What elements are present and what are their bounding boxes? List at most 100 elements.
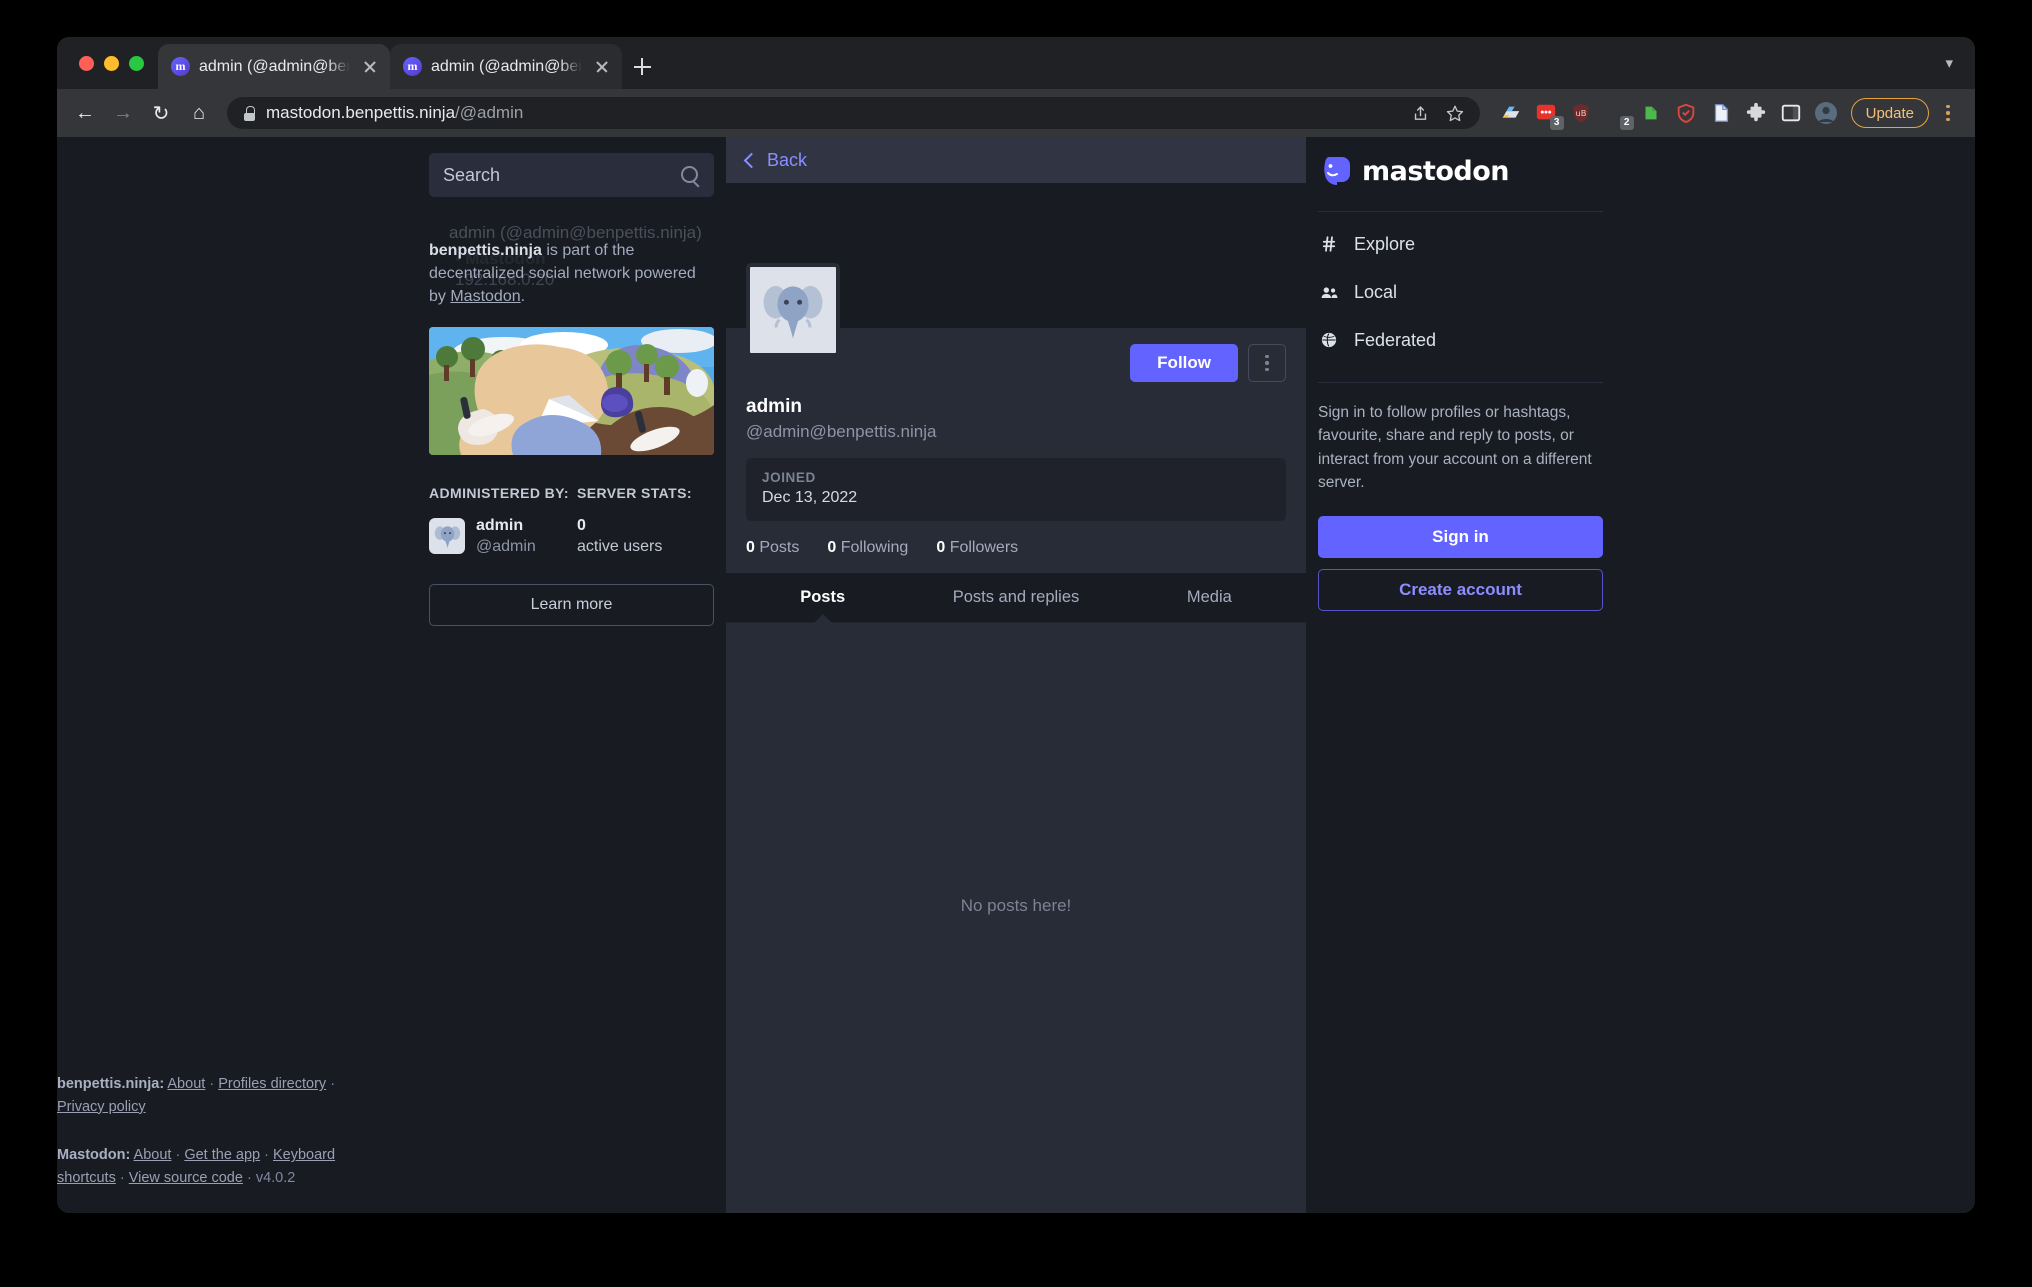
profile-avatar[interactable] bbox=[1813, 100, 1839, 126]
address-bar-url: mastodon.benpettis.ninja/@admin bbox=[266, 103, 524, 122]
update-button[interactable]: Update bbox=[1850, 98, 1929, 128]
tab-strip: m admin (@admin@benpettis.nin m admin (@… bbox=[57, 37, 1975, 89]
browser-window: m admin (@admin@benpettis.nin m admin (@… bbox=[57, 37, 1975, 1213]
tab-posts[interactable]: Posts bbox=[726, 573, 919, 622]
shield-extension-icon[interactable]: uB bbox=[1568, 100, 1594, 126]
hashtag-icon bbox=[1318, 235, 1340, 253]
mastodon-favicon-icon: m bbox=[171, 57, 190, 76]
active-users-stat: 0 active users bbox=[577, 515, 662, 558]
counter-following[interactable]: 0 Following bbox=[827, 539, 908, 557]
tab-list-chevron-down-icon[interactable]: ▾ bbox=[1945, 37, 1975, 89]
tab-media[interactable]: Media bbox=[1113, 573, 1306, 622]
google-drive-extension-icon[interactable] bbox=[1498, 100, 1524, 126]
extension-badge-count: 3 bbox=[1549, 116, 1564, 130]
active-users-label: active users bbox=[577, 538, 663, 556]
page-content: admin (@admin@benpettis.ninja) - Mastodo… bbox=[57, 137, 1975, 1213]
profile-identity: admin @admin@benpettis.ninja bbox=[746, 382, 1286, 442]
footer-version: v4.0.2 bbox=[255, 1169, 296, 1186]
footer-link-get-the-app[interactable]: Get the app bbox=[184, 1147, 260, 1163]
browser-tab-2[interactable]: m admin (@admin@benpettis.nin bbox=[390, 44, 622, 89]
left-sidebar: Search benpettis.ninja is part of the de… bbox=[57, 137, 714, 1213]
mastodon-favicon-icon: m bbox=[403, 57, 422, 76]
mastodon-wordmark: mastodon bbox=[1362, 155, 1509, 187]
password-manager-shield-icon[interactable] bbox=[1673, 100, 1699, 126]
administered-by-label: ADMINISTERED BY: bbox=[429, 484, 569, 501]
admin-display-name: admin bbox=[476, 516, 524, 534]
admin-account[interactable]: admin @admin bbox=[429, 515, 577, 558]
close-tab-icon[interactable] bbox=[359, 56, 381, 78]
forward-navigation-icon[interactable]: → bbox=[105, 95, 141, 131]
mastodon-logo-icon bbox=[1318, 153, 1354, 189]
secondary-badge-icon[interactable]: 2 bbox=[1603, 100, 1634, 130]
create-account-button[interactable]: Create account bbox=[1318, 569, 1603, 611]
counter-posts[interactable]: 0 Posts bbox=[746, 539, 799, 557]
mastodon-logo[interactable]: mastodon bbox=[1318, 137, 1603, 189]
puzzle-extensions-icon[interactable] bbox=[1743, 100, 1769, 126]
search-container: Search bbox=[429, 153, 714, 197]
profile-tabs: Posts Posts and replies Media bbox=[726, 573, 1306, 623]
tab-posts-and-replies[interactable]: Posts and replies bbox=[919, 573, 1112, 622]
bookmark-star-icon[interactable] bbox=[1440, 98, 1470, 128]
blurb-end: . bbox=[520, 288, 526, 306]
browser-tab-1[interactable]: m admin (@admin@benpettis.nin bbox=[158, 44, 390, 89]
joined-label: JOINED bbox=[762, 470, 816, 485]
reader-document-icon[interactable] bbox=[1708, 100, 1734, 126]
more-options-icon[interactable] bbox=[1248, 344, 1286, 382]
profile-avatar[interactable] bbox=[746, 263, 840, 357]
browser-toolbar: ← → ↻ ⌂ mastodon.benpettis.ninja/@admin bbox=[57, 89, 1975, 137]
close-window-button[interactable] bbox=[79, 55, 94, 71]
new-tab-button[interactable] bbox=[622, 44, 662, 89]
server-hero-illustration bbox=[429, 326, 714, 455]
side-panel-icon[interactable] bbox=[1778, 100, 1804, 126]
counter-followers[interactable]: 0 Followers bbox=[936, 539, 1018, 557]
learn-more-button[interactable]: Learn more bbox=[429, 583, 714, 626]
share-icon[interactable] bbox=[1406, 98, 1436, 128]
maximize-window-button[interactable] bbox=[129, 55, 144, 71]
search-input[interactable]: Search bbox=[429, 153, 714, 197]
search-icon bbox=[681, 165, 700, 185]
admin-handle: @admin bbox=[476, 538, 536, 556]
tab-title: admin (@admin@benpettis.nin bbox=[199, 57, 350, 75]
minimize-window-button[interactable] bbox=[104, 55, 119, 71]
column-header[interactable]: Back bbox=[726, 137, 1306, 183]
sign-in-button[interactable]: Sign in bbox=[1318, 516, 1603, 558]
globe-icon bbox=[1318, 331, 1340, 349]
address-bar[interactable]: mastodon.benpettis.ninja/@admin bbox=[227, 97, 1480, 129]
right-sidebar: mastodon Explore Local Federated Sign in… bbox=[1318, 137, 1603, 1213]
active-users-count: 0 bbox=[577, 516, 586, 534]
footer-mastodon-links: Mastodon: About · Get the app · Keyboard… bbox=[57, 1147, 336, 1186]
footer-link-about[interactable]: About bbox=[167, 1076, 205, 1092]
extensions-row: 3 uB 2 bbox=[1490, 100, 1839, 130]
sidebar-item-local[interactable]: Local bbox=[1318, 268, 1603, 316]
footer-link-privacy-policy[interactable]: Privacy policy bbox=[57, 1099, 146, 1115]
browser-menu-icon[interactable] bbox=[1935, 98, 1961, 128]
evernote-extension-icon[interactable] bbox=[1638, 100, 1664, 126]
sidebar-item-label: Federated bbox=[1354, 329, 1437, 350]
footer-link-profiles-directory[interactable]: Profiles directory bbox=[218, 1076, 326, 1092]
back-navigation-icon[interactable]: ← bbox=[67, 95, 103, 131]
profile-display-name: admin bbox=[746, 396, 802, 417]
sidebar-item-explore[interactable]: Explore bbox=[1318, 220, 1603, 268]
sidebar-item-federated[interactable]: Federated bbox=[1318, 316, 1603, 364]
footer-link-mastodon-about[interactable]: About bbox=[134, 1147, 172, 1163]
footer-link-view-source-code[interactable]: View source code bbox=[129, 1170, 243, 1186]
empty-state-message: No posts here! bbox=[960, 895, 1072, 915]
sidebar-item-label: Local bbox=[1354, 281, 1398, 302]
joined-field: JOINED Dec 13, 2022 bbox=[746, 458, 1286, 521]
home-icon[interactable]: ⌂ bbox=[181, 95, 217, 131]
reload-icon[interactable]: ↻ bbox=[143, 95, 179, 131]
chevron-left-icon bbox=[743, 152, 760, 168]
server-stats-label: SERVER STATS: bbox=[577, 484, 692, 501]
profile-column: Back Follow admin @admin@benpettis.ninja… bbox=[726, 137, 1306, 1213]
follow-button[interactable]: Follow bbox=[1130, 344, 1238, 382]
profile-card: Follow admin @admin@benpettis.ninja JOIN… bbox=[726, 263, 1306, 573]
close-tab-icon[interactable] bbox=[591, 56, 613, 78]
joined-date: Dec 13, 2022 bbox=[762, 489, 858, 506]
notification-extension-icon[interactable]: 3 bbox=[1533, 100, 1564, 130]
empty-state: No posts here! bbox=[726, 623, 1306, 1188]
footer-server-links: benpettis.ninja: About · Profiles direct… bbox=[57, 1076, 336, 1115]
three-column-layout: Search benpettis.ninja is part of the de… bbox=[57, 137, 1975, 1213]
back-button-label: Back bbox=[767, 149, 808, 170]
mastodon-link[interactable]: Mastodon bbox=[450, 288, 520, 305]
stats-body: admin @admin 0 active users bbox=[429, 515, 714, 558]
